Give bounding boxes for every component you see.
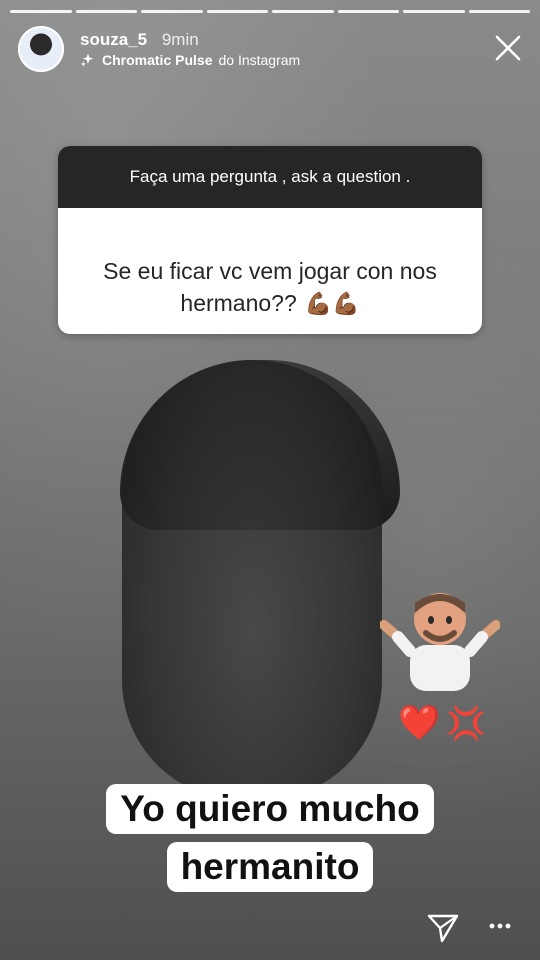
time-ago: 9min [161,30,199,49]
heart-sticker: ❤️ [398,704,441,742]
caption-line-1: Yo quiero mucho [106,784,434,834]
progress-segment [468,10,530,13]
progress-segment [206,10,268,13]
story-user: souza_5 9min [80,30,199,50]
progress-segment [337,10,399,13]
filter-name: Chromatic Pulse [102,52,213,68]
answer-text: Se eu ficar vc vem jogar con nos hermano… [103,257,437,316]
question-answer: Se eu ficar vc vem jogar con nos hermano… [58,208,482,334]
more-icon[interactable] [486,912,514,940]
progress-segment [75,10,137,13]
sparkles-icon [80,53,94,67]
progress-segment [10,10,72,13]
person-face [122,360,382,800]
story-caption: Yo quiero mucho hermanito [96,780,444,896]
anger-sticker: 💢 [446,705,486,741]
caption-line-2: hermanito [166,842,374,892]
story-progress-bar [10,10,530,13]
filter-source: do Instagram [218,52,301,68]
more-dots-icon [489,923,511,929]
avatar[interactable] [18,26,64,72]
question-prompt: Faça uma pergunta , ask a question . [58,146,482,208]
progress-segment [141,10,203,13]
username[interactable]: souza_5 [80,30,147,49]
memoji-shrug-sticker [380,593,500,691]
progress-segment [272,10,334,13]
filter-attribution[interactable]: Chromatic Pulse do Instagram [80,52,300,68]
question-sticker: Faça uma pergunta , ask a question . Se … [58,146,482,334]
question-answer-text: Se eu ficar vc vem jogar con nos hermano… [103,223,437,320]
flexed-biceps-emoji: 💪🏾💪🏾 [304,290,360,316]
close-icon[interactable] [494,34,522,62]
progress-segment [403,10,465,13]
send-icon[interactable] [426,910,460,944]
